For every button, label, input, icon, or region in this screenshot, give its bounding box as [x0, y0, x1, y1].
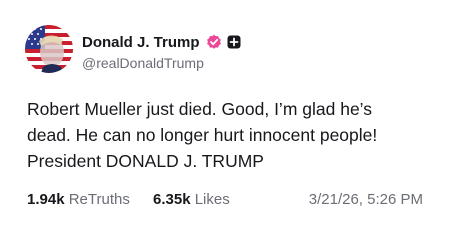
post-timestamp[interactable]: 3/21/26, 5:26 PM — [309, 191, 423, 208]
retruths-stat[interactable]: 1.94k ReTruths — [27, 191, 130, 208]
post-body-line: President DONALD J. TRUMP — [27, 151, 264, 171]
likes-label: Likes — [194, 191, 230, 208]
likes-stat[interactable]: 6.35k Likes — [153, 191, 230, 208]
author-name-row: Donald J. Trump — [82, 32, 241, 52]
likes-count: 6.35k — [153, 191, 191, 208]
author-handle[interactable]: @realDonaldTrump — [82, 55, 204, 71]
post-card: Donald J. Trump @realDonaldTrump Robert … — [0, 0, 450, 240]
post-body: Robert Mueller just died. Good, I’m glad… — [27, 96, 427, 174]
plus-square-icon — [227, 35, 241, 49]
retruths-label: ReTruths — [68, 191, 130, 208]
post-body-line: dead. He can no longer hurt innocent peo… — [27, 125, 378, 145]
avatar[interactable] — [25, 25, 73, 73]
author-display-name[interactable]: Donald J. Trump — [82, 34, 200, 51]
avatar-image — [25, 25, 73, 73]
verified-badge-icon — [206, 34, 222, 50]
post-stats: 1.94k ReTruths 6.35k Likes 3/21/26, 5:26… — [27, 191, 427, 211]
post-body-line: Robert Mueller just died. Good, I’m glad… — [27, 99, 372, 119]
retruths-count: 1.94k — [27, 191, 65, 208]
